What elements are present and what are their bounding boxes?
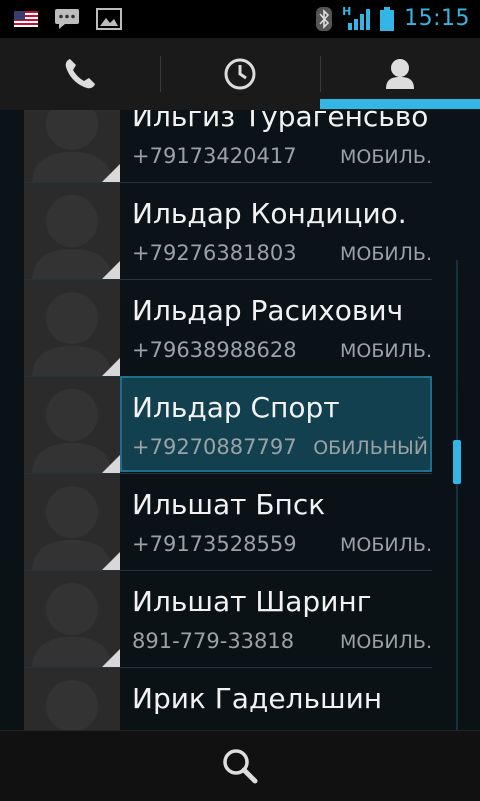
tab-phone[interactable] — [0, 38, 160, 110]
phone-type: ОБИЛЬНЫЙ — [313, 437, 428, 459]
phone-type: МОБИЛЬ. — [340, 146, 432, 168]
phone-icon — [65, 59, 95, 89]
search-button[interactable] — [200, 736, 280, 796]
avatar[interactable] — [24, 571, 120, 667]
contact-name: Ильдар Расихович — [132, 294, 404, 327]
quick-contact-badge — [102, 261, 120, 279]
avatar[interactable] — [24, 668, 120, 730]
list-item[interactable]: Ильгиз Турагенсьво +79173420417 МОБИЛЬ. — [24, 110, 432, 183]
list-item[interactable]: Ильдар Расихович +79638988628 МОБИЛЬ. — [24, 280, 432, 377]
quick-contact-badge — [102, 552, 120, 570]
battery-icon — [380, 6, 395, 31]
contact-phone: +79276381803 — [132, 241, 297, 265]
avatar[interactable] — [24, 110, 120, 182]
quick-contact-badge — [102, 358, 120, 376]
bluetooth-icon — [316, 6, 333, 31]
list-item[interactable]: Ильшат Шаринг 891-779-33818 МОБИЛЬ. — [24, 571, 432, 668]
message-icon — [55, 9, 79, 29]
search-icon — [223, 749, 258, 784]
contact-name: Ирик Гадельшин — [132, 682, 383, 715]
list-item[interactable]: Ильдар Кондицио. +79276381803 МОБИЛЬ. — [24, 183, 432, 280]
contact-phone: +79173420417 — [132, 144, 297, 168]
active-tab-indicator — [320, 99, 480, 109]
quick-contact-badge — [102, 455, 120, 473]
bottom-action-bar — [0, 730, 480, 801]
contact-name: Ильдар Спорт — [132, 391, 340, 424]
signal-icon: H — [342, 5, 371, 31]
system-icons: H 15:15 — [316, 5, 470, 31]
us-flag-icon — [14, 11, 38, 27]
contact-phone: +79173528559 — [132, 532, 297, 556]
avatar[interactable] — [24, 474, 120, 570]
contact-name: Ильшат Бпск — [132, 488, 326, 521]
phone-type: МОБИЛЬ. — [340, 631, 432, 653]
avatar[interactable] — [24, 377, 120, 473]
quick-contact-badge — [102, 649, 120, 667]
person-icon — [386, 59, 414, 89]
contact-phone: +79638988628 — [132, 338, 297, 362]
phone-type: МОБИЛЬ. — [340, 534, 432, 556]
tab-recent[interactable] — [160, 38, 320, 110]
phone-type: МОБИЛЬ. — [340, 243, 432, 265]
contact-name: Ильшат Шаринг — [132, 585, 372, 618]
status-bar: H 15:15 — [0, 0, 480, 38]
avatar[interactable] — [24, 280, 120, 376]
phone-type: МОБИЛЬ. — [340, 340, 432, 362]
clock-icon — [224, 58, 256, 90]
image-icon — [96, 8, 122, 30]
scrollbar-track — [456, 260, 458, 730]
default-avatar-icon — [46, 680, 98, 730]
contact-name: Ильдар Кондицио. — [132, 197, 407, 230]
contact-phone: 891-779-33818 — [132, 629, 295, 653]
quick-contact-badge — [102, 164, 120, 182]
clock: 15:15 — [404, 6, 470, 31]
contact-phone: +79270887797 — [132, 435, 297, 459]
list-item[interactable]: Ильшат Бпск +79173528559 МОБИЛЬ. — [24, 474, 432, 571]
contact-name: Ильгиз Турагенсьво — [132, 110, 429, 133]
contact-list[interactable]: Ильгиз Турагенсьво +79173420417 МОБИЛЬ. … — [0, 110, 480, 730]
avatar[interactable] — [24, 183, 120, 279]
list-item[interactable]: Ирик Гадельшин — [24, 668, 432, 730]
notification-icons — [14, 8, 122, 30]
list-item-selected[interactable]: Ильдар Спорт +79270887797 ОБИЛЬНЫЙ — [24, 376, 432, 474]
scrollbar-thumb[interactable] — [453, 440, 461, 484]
